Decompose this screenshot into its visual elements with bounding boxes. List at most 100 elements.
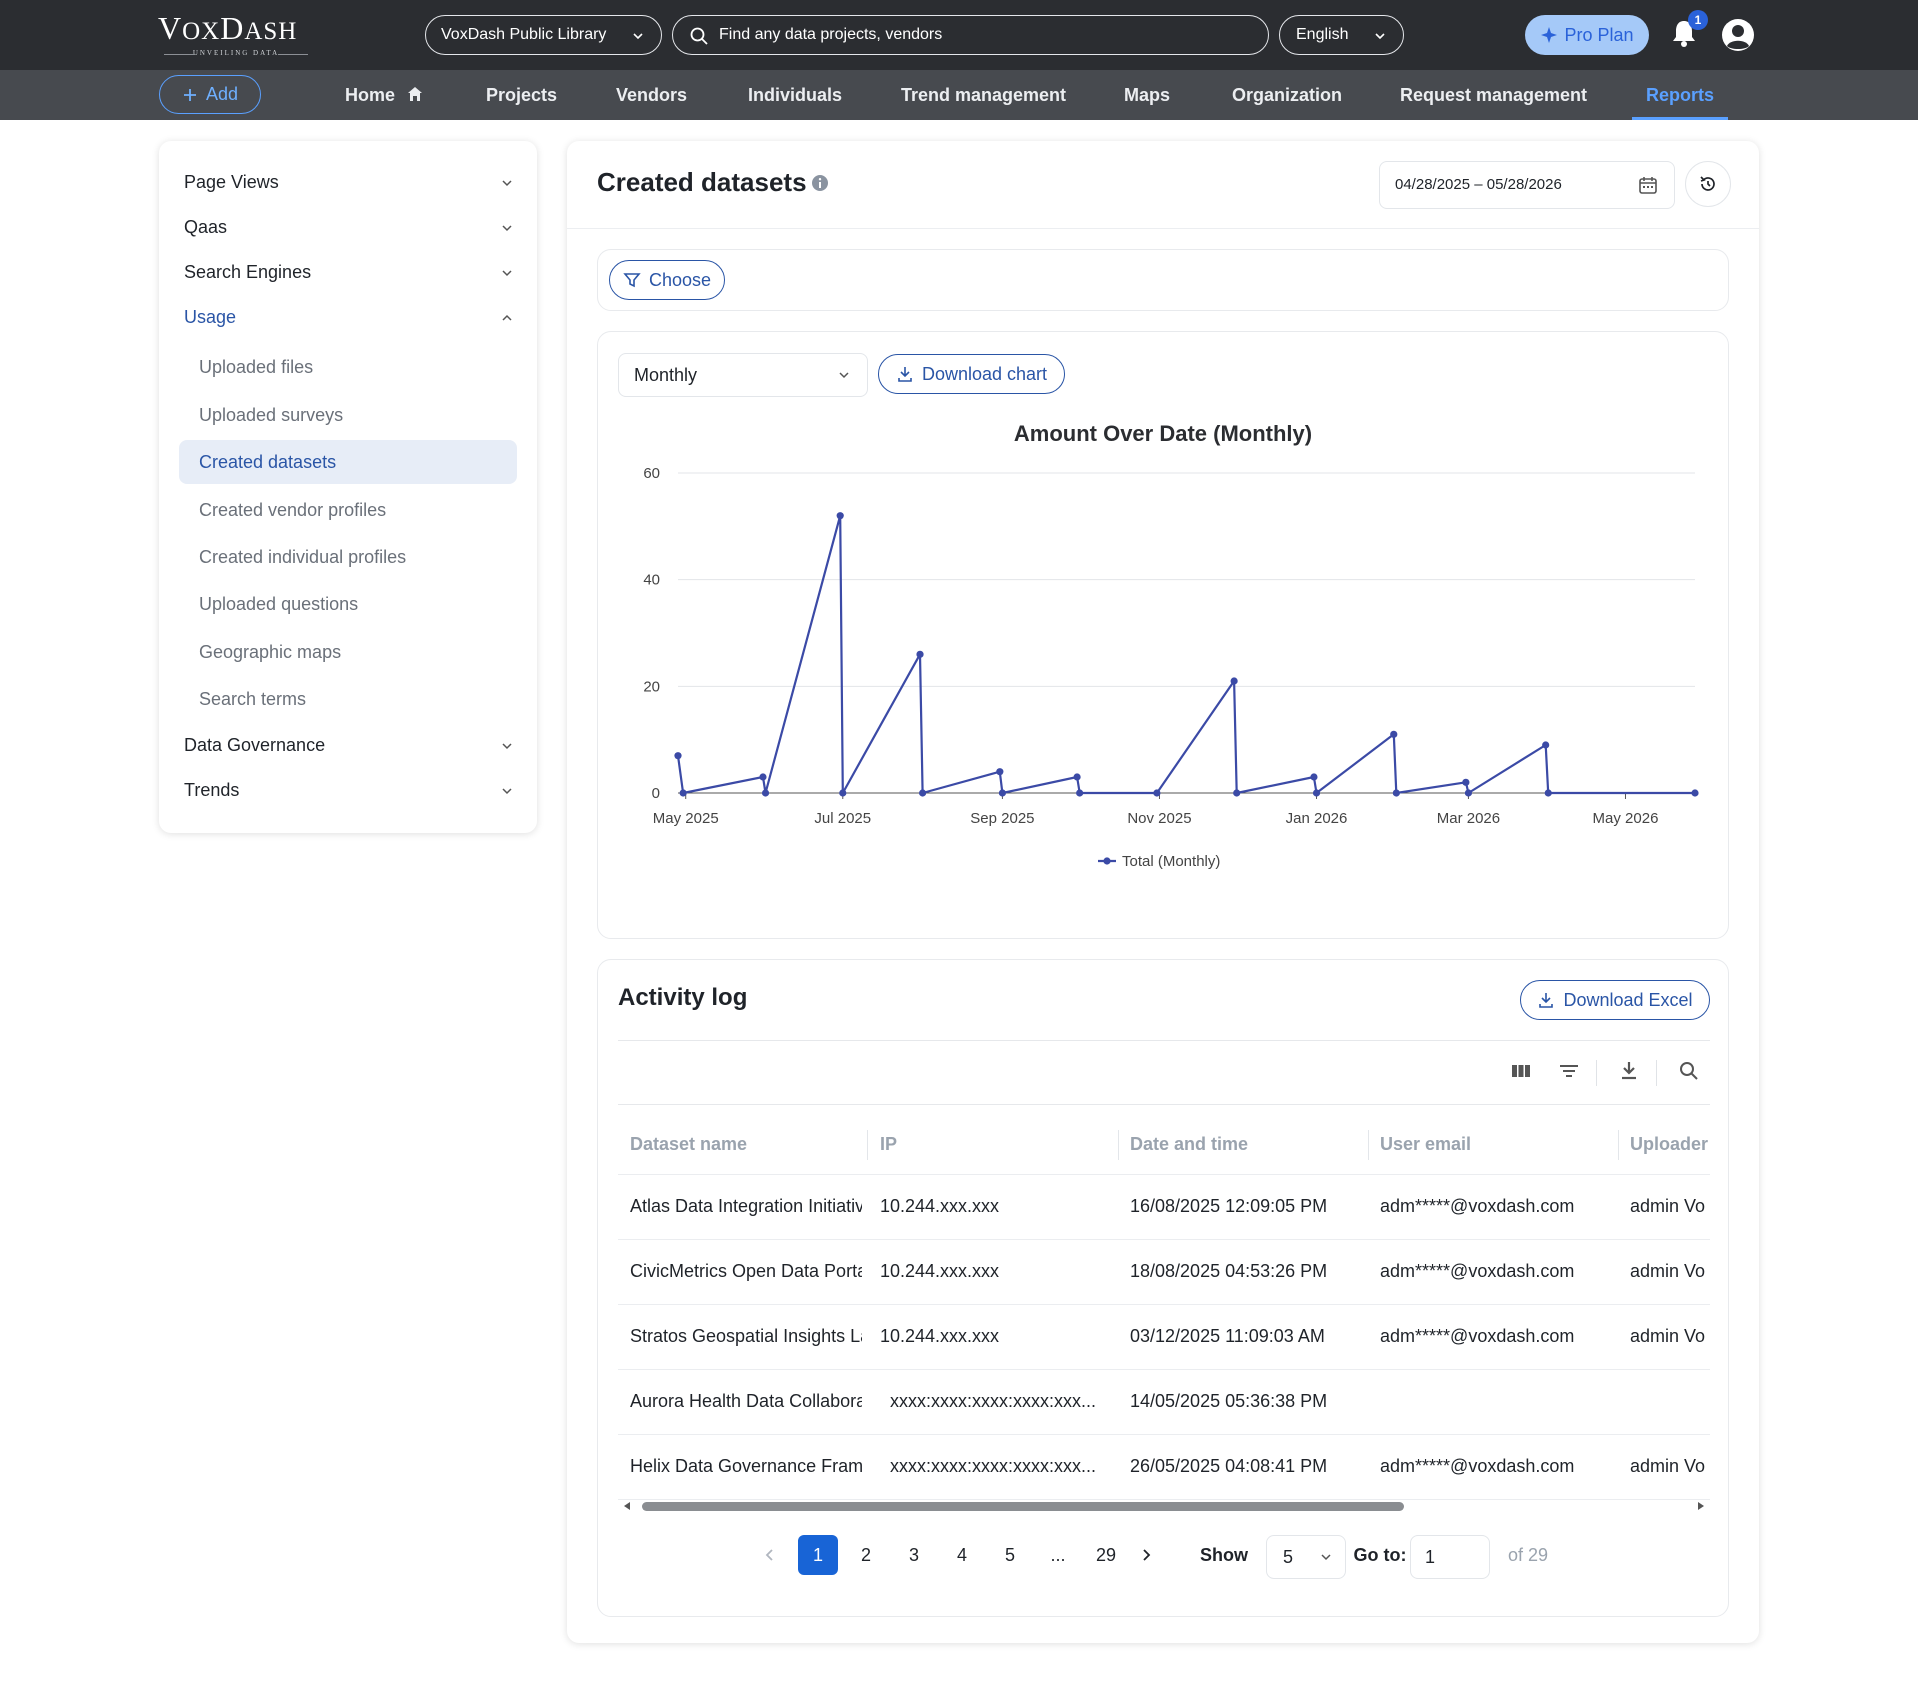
sidebar-item-uploaded-files[interactable]: Uploaded files (199, 352, 313, 382)
sidebar-group-qaas[interactable]: Qaas (184, 212, 514, 242)
chevron-down-icon (633, 33, 643, 40)
scroll-right-icon[interactable] (1696, 1501, 1706, 1511)
language-select-value: English (1296, 26, 1349, 43)
search-placeholder: Find any data projects, vendors (719, 26, 943, 43)
prev-page-icon[interactable] (758, 1547, 782, 1563)
language-select[interactable]: English (1279, 15, 1404, 55)
search-input[interactable]: Find any data projects, vendors (672, 15, 1269, 55)
reset-date-button[interactable] (1685, 161, 1731, 207)
sidebar-item-created-individual-profiles[interactable]: Created individual profiles (199, 542, 406, 572)
page-button-29[interactable]: 29 (1086, 1535, 1126, 1575)
nav-item-request-management[interactable]: Request management (1400, 70, 1587, 120)
filter-bar: Choose (597, 249, 1729, 311)
data-point (1310, 773, 1318, 781)
filter-list-icon[interactable] (1558, 1060, 1580, 1082)
sidebar-item-created-vendor-profiles[interactable]: Created vendor profiles (199, 495, 386, 525)
column-header-uploader[interactable]: Uploader (1630, 1114, 1710, 1174)
nav-item-organization[interactable]: Organization (1232, 70, 1342, 120)
sidebar-group-label: Data Governance (184, 735, 326, 755)
download-chart-button[interactable]: Download chart (878, 354, 1065, 394)
y-tick-label: 60 (643, 465, 660, 482)
data-point (839, 789, 847, 797)
nav-item-reports[interactable]: Reports (1631, 70, 1729, 120)
cell-date-time: 14/05/2025 05:36:38 PM (1130, 1391, 1328, 1411)
x-tick-label: Jan 2026 (1286, 810, 1348, 827)
y-tick-label: 40 (643, 572, 660, 589)
data-point (1230, 677, 1238, 685)
sidebar-group-trends[interactable]: Trends (184, 775, 514, 805)
sidebar-item-geographic-maps[interactable]: Geographic maps (199, 637, 341, 667)
data-point (996, 768, 1004, 776)
column-header-date-time[interactable]: Date and time (1130, 1114, 1330, 1174)
export-download-icon[interactable] (1618, 1060, 1640, 1082)
cell-ip: 10.244.xxx.xxx (880, 1196, 1000, 1216)
reports-sidebar: Page Views Qaas Search Engines Usage Upl… (159, 141, 537, 833)
choose-filter-button[interactable]: Choose (609, 260, 725, 300)
nav-item-projects[interactable]: Projects (486, 70, 557, 120)
page-button-4[interactable]: 4 (942, 1535, 982, 1575)
scrollbar-thumb[interactable] (642, 1502, 1404, 1511)
data-point (759, 773, 767, 781)
cell-uploader: admin Vo (1630, 1456, 1706, 1476)
x-tick-label: May 2025 (653, 810, 719, 827)
sidebar-item-uploaded-surveys[interactable]: Uploaded surveys (199, 400, 343, 430)
page-button-3[interactable]: 3 (894, 1535, 934, 1575)
page-size-select[interactable]: 5 (1266, 1535, 1346, 1579)
data-point (674, 752, 682, 760)
sidebar-group-page-views[interactable]: Page Views (184, 167, 514, 197)
data-point (1462, 778, 1470, 786)
scroll-left-icon[interactable] (622, 1501, 632, 1511)
period-select[interactable]: Monthly (618, 353, 868, 397)
pro-plan-button[interactable]: Pro Plan (1525, 15, 1649, 55)
column-header-dataset-name[interactable]: Dataset name (630, 1114, 860, 1174)
cell-date-time: 16/08/2025 12:09:05 PM (1130, 1196, 1328, 1216)
search-icon[interactable] (1678, 1060, 1700, 1082)
cell-uploader (1630, 1369, 1710, 1433)
nav-item-trend-management[interactable]: Trend management (901, 70, 1066, 120)
data-point (1233, 789, 1241, 797)
cell-uploader: admin Vo (1630, 1261, 1706, 1281)
cell-user-email: adm*****@voxdash.com (1380, 1456, 1575, 1476)
add-button[interactable]: Add (159, 75, 261, 114)
data-point (1073, 773, 1081, 781)
sidebar-group-search-engines[interactable]: Search Engines (184, 257, 514, 287)
nav-item-maps[interactable]: Maps (1124, 70, 1170, 120)
total-pages-label: of 29 (1507, 1545, 1549, 1565)
columns-icon[interactable] (1510, 1060, 1532, 1082)
x-tick-label: Jul 2025 (814, 810, 871, 827)
sidebar-group-usage[interactable]: Usage (184, 302, 514, 332)
sidebar-group-data-governance[interactable]: Data Governance (184, 730, 514, 760)
column-separator (867, 1130, 868, 1160)
sidebar-item-search-terms[interactable]: Search terms (199, 684, 306, 714)
page-button-5[interactable]: 5 (990, 1535, 1030, 1575)
x-tick-label: Sep 2025 (970, 810, 1034, 827)
library-select[interactable]: VoxDash Public Library (425, 15, 662, 55)
horizontal-scrollbar[interactable] (618, 1498, 1710, 1514)
next-page-icon[interactable] (1134, 1547, 1158, 1563)
download-excel-button[interactable]: Download Excel (1520, 980, 1710, 1020)
sidebar-item-uploaded-questions[interactable]: Uploaded questions (199, 589, 358, 619)
user-avatar-icon[interactable] (1721, 18, 1755, 52)
brand-tagline: UNVEILING DATA (158, 49, 314, 57)
data-point (1312, 789, 1321, 797)
chevron-down-icon (839, 372, 849, 379)
column-header-user-email[interactable]: User email (1380, 1114, 1580, 1174)
data-point (1691, 789, 1699, 797)
sidebar-item-created-datasets[interactable]: Created datasets (179, 440, 517, 484)
sidebar-group-label: Usage (184, 307, 237, 327)
voxdash-logo[interactable]: VOXDASH UNVEILING DATA (158, 10, 308, 57)
column-header-ip[interactable]: IP (880, 1114, 1060, 1174)
nav-item-home[interactable]: Home (345, 70, 424, 120)
info-icon[interactable] (811, 174, 829, 192)
page-button-2[interactable]: 2 (846, 1535, 886, 1575)
date-range-value: 04/28/2025 – 05/28/2026 (1395, 176, 1562, 193)
nav-item-vendors[interactable]: Vendors (616, 70, 687, 120)
activity-log-title: Activity log (618, 984, 748, 1011)
goto-page-input[interactable] (1410, 1535, 1490, 1579)
cell-user-email (1380, 1369, 1612, 1433)
nav-item-individuals[interactable]: Individuals (748, 70, 842, 120)
y-tick-label: 0 (652, 785, 660, 802)
page-button-1[interactable]: 1 (798, 1535, 838, 1575)
x-tick-label: May 2026 (1593, 810, 1659, 827)
date-range-picker[interactable]: 04/28/2025 – 05/28/2026 (1379, 161, 1675, 209)
